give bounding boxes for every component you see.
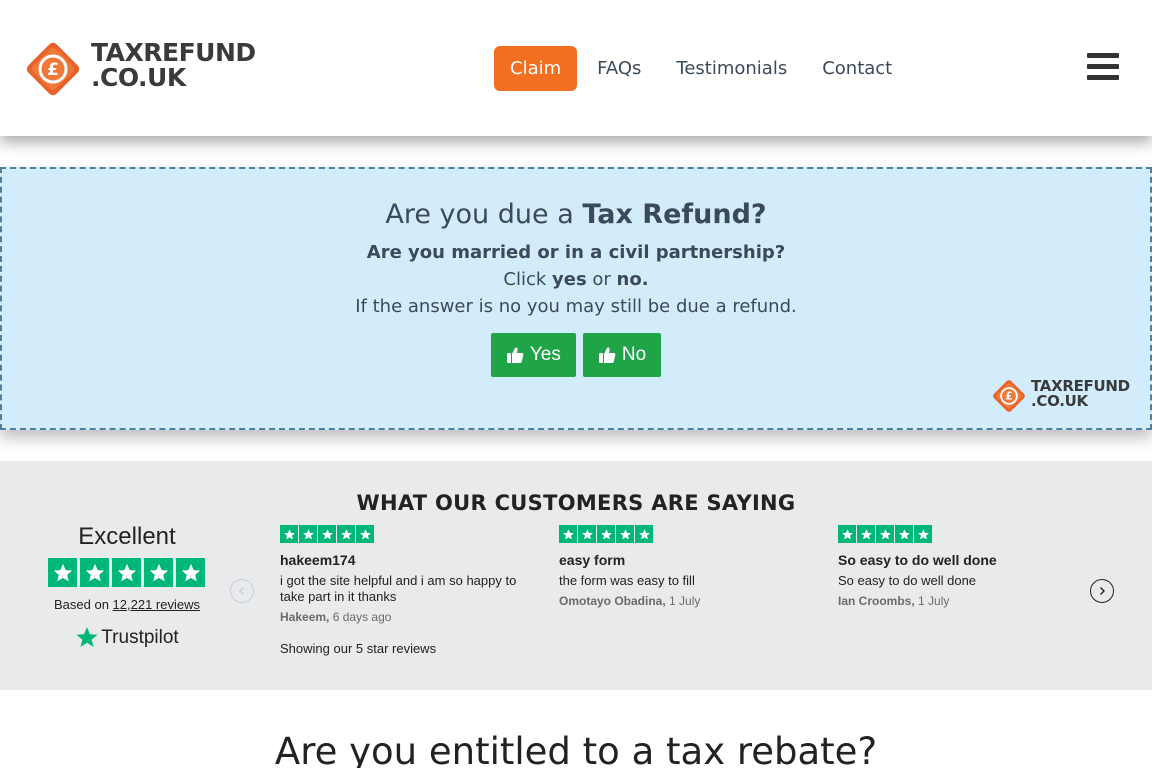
star-icon [578,525,596,543]
no-label: No [621,344,647,365]
site-header: £ TAXREFUND .CO.UK Claim FAQs Testimonia… [0,0,1152,136]
panel-logo: £ TAXREFUND .CO.UK [989,376,1139,416]
review-text: the form was easy to fill [559,573,695,588]
star-icon [144,558,173,587]
site-logo[interactable]: £ TAXREFUND .CO.UK [20,36,280,102]
trustpilot-star-icon [76,627,98,647]
panel-logo-line2: .CO.UK [1031,392,1088,410]
question-note: If the answer is no you may still be due… [355,296,797,317]
review-stars [280,525,520,543]
yes-label: Yes [529,344,561,365]
hamburger-menu-icon[interactable] [1087,53,1119,81]
nav-testimonials[interactable]: Testimonials [676,46,787,91]
answer-buttons: Yes No [2,333,1150,377]
rebate-heading: Are you entitled to a tax rebate? [274,730,878,768]
review-meta: Hakeem, 6 days ago [280,610,392,624]
star-icon [280,525,298,543]
nav-claim[interactable]: Claim [494,46,578,91]
question-instruction: Click yes or no. [503,269,649,290]
star-icon [299,525,317,543]
review-meta: Omotayo Obadina, 1 July [559,594,701,608]
reviews-heading: WHAT OUR CUSTOMERS ARE SAYING [356,491,796,515]
question-subtitle: Are you married or in a civil partnershi… [366,242,786,263]
pound-logo-icon: £ [26,42,80,96]
review-stars [559,525,799,543]
thumbs-up-icon [506,347,524,363]
star-icon [176,558,205,587]
review-text: i got the site helpful and i am so happy… [280,573,517,604]
carousel-prev-button[interactable] [230,579,254,603]
chevron-left-icon [239,587,244,595]
rating-stars [48,558,206,587]
main-nav: Claim FAQs Testimonials Contact [494,46,892,91]
svg-text:£: £ [47,60,59,80]
star-icon [635,525,653,543]
star-icon [876,525,894,543]
reviews-section: WHAT OUR CUSTOMERS ARE SAYING Excellent … [0,461,1152,690]
star-icon [80,558,109,587]
star-icon [914,525,932,543]
yes-button[interactable]: Yes [490,333,576,377]
rating-text: Excellent [78,523,176,550]
review-count-link[interactable]: 12,221 reviews [113,597,200,612]
chevron-right-icon [1100,587,1105,595]
star-icon [895,525,913,543]
star-icon [857,525,875,543]
carousel-next-button[interactable] [1090,579,1114,603]
star-icon [559,525,577,543]
no-button[interactable]: No [582,333,662,377]
logo-line1: TAXREFUND [91,38,256,67]
star-icon [616,525,634,543]
review-title: hakeem174 [280,552,356,568]
star-icon [838,525,856,543]
review-card[interactable]: hakeem174 i got the site helpful and i a… [280,525,520,624]
review-meta: Ian Croombs, 1 July [838,594,950,608]
refund-question-panel: Are you due a Tax Refund? Are you marrie… [0,167,1152,430]
trustpilot-logo[interactable]: Trustpilot [48,626,206,650]
review-title: easy form [559,552,626,568]
star-icon [337,525,355,543]
trustpilot-summary: Excellent Based on 12,221 reviews Trustp… [48,523,206,650]
star-icon [356,525,374,543]
star-icon [597,525,615,543]
star-icon [318,525,336,543]
review-text: So easy to do well done [838,573,977,588]
review-title: So easy to do well done [838,552,997,568]
trustpilot-brand: Trustpilot [101,627,179,648]
nav-contact[interactable]: Contact [822,46,892,91]
star-icon [48,558,77,587]
thumbs-up-icon [598,347,616,363]
review-stars [838,525,1078,543]
pound-logo-icon: £ [993,380,1025,412]
review-card[interactable]: easy form the form was easy to fill Omot… [559,525,799,608]
nav-faqs[interactable]: FAQs [597,46,641,91]
review-card[interactable]: So easy to do well done So easy to do we… [838,525,1078,608]
star-icon [112,558,141,587]
showing-note: Showing our 5 star reviews [280,641,437,656]
question-title: Are you due a Tax Refund? [385,199,767,230]
logo-line2: .CO.UK [91,63,186,92]
review-count: Based on 12,221 reviews [54,597,200,612]
svg-text:£: £ [1005,391,1012,403]
